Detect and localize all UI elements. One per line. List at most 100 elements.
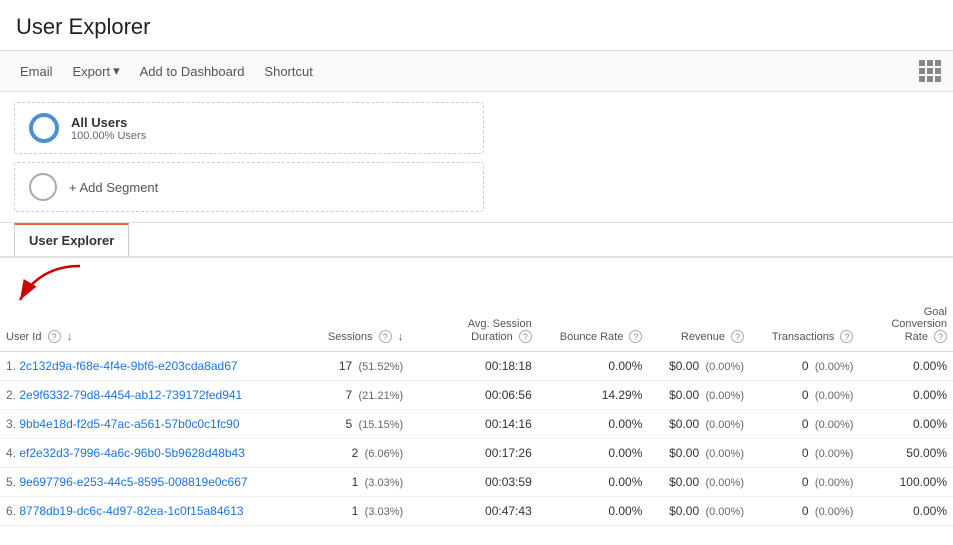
add-segment-box[interactable]: + Add Segment [14, 162, 484, 212]
cell-sessions-3: 2 (6.06%) [304, 439, 409, 468]
transactions-pct-0: (0.00%) [815, 361, 854, 373]
cell-avgsession-4: 00:03:59 [409, 468, 538, 497]
row-number-4: 5. [6, 475, 16, 489]
cell-transactions-4: 0 (0.00%) [750, 468, 859, 497]
cell-avgsession-1: 00:06:56 [409, 381, 538, 410]
row-number-5: 6. [6, 504, 16, 518]
cell-transactions-1: 0 (0.00%) [750, 381, 859, 410]
cell-sessions-1: 7 (21.21%) [304, 381, 409, 410]
chevron-down-icon: ▾ [113, 63, 120, 79]
cell-bounce-4: 0.00% [538, 468, 649, 497]
userid-link-0[interactable]: 2c132d9a-f68e-4f4e-9bf6-e203cda8ad67 [19, 359, 237, 373]
add-segment-button[interactable]: + Add Segment [69, 180, 158, 195]
userid-help-icon[interactable]: ? [48, 330, 61, 343]
cell-transactions-0: 0 (0.00%) [750, 352, 859, 381]
revenue-pct-1: (0.00%) [705, 390, 744, 402]
cell-avgsession-3: 00:17:26 [409, 439, 538, 468]
export-button[interactable]: Export ▾ [65, 59, 128, 83]
segment-sub: 100.00% Users [71, 130, 146, 142]
sessions-sort-icon[interactable]: ↓ [398, 331, 404, 343]
toolbar: Email Export ▾ Add to Dashboard Shortcut [0, 50, 953, 92]
tabs-area: User Explorer [0, 223, 953, 258]
revenue-pct-4: (0.00%) [705, 477, 744, 489]
cell-revenue-1: $0.00 (0.00%) [648, 381, 750, 410]
sessions-pct-4: (3.03%) [365, 477, 404, 489]
goal-help-icon[interactable]: ? [934, 330, 947, 343]
transactions-pct-5: (0.00%) [815, 506, 854, 518]
sessions-pct-0: (51.52%) [359, 361, 404, 373]
cell-transactions-3: 0 (0.00%) [750, 439, 859, 468]
cell-transactions-2: 0 (0.00%) [750, 410, 859, 439]
row-number-1: 2. [6, 388, 16, 402]
cell-userid-3: 4. ef2e32d3-7996-4a6c-96b0-5b9628d48b43 [0, 439, 304, 468]
col-header-goal: GoalConversionRate ? [859, 298, 953, 352]
cell-goal-2: 0.00% [859, 410, 953, 439]
email-button[interactable]: Email [12, 60, 61, 83]
cell-bounce-3: 0.00% [538, 439, 649, 468]
cell-goal-5: 0.00% [859, 497, 953, 526]
revenue-pct-5: (0.00%) [705, 506, 744, 518]
userid-link-4[interactable]: 9e697796-e253-44c5-8595-008819e0c667 [19, 475, 247, 489]
revenue-help-icon[interactable]: ? [731, 330, 744, 343]
avgsession-help-icon[interactable]: ? [519, 330, 532, 343]
cell-bounce-1: 14.29% [538, 381, 649, 410]
all-users-segment: All Users 100.00% Users [14, 102, 484, 154]
col-header-avgsession: Avg. SessionDuration ? [409, 298, 538, 352]
table-row: 2. 2e9f6332-79d8-4454-ab12-739172fed941 … [0, 381, 953, 410]
table-row: 6. 8778db19-dc6c-4d97-82ea-1c0f15a84613 … [0, 497, 953, 526]
cell-transactions-5: 0 (0.00%) [750, 497, 859, 526]
cell-revenue-4: $0.00 (0.00%) [648, 468, 750, 497]
transactions-pct-1: (0.00%) [815, 390, 854, 402]
transactions-pct-2: (0.00%) [815, 419, 854, 431]
col-header-transactions: Transactions ? [750, 298, 859, 352]
cell-sessions-5: 1 (3.03%) [304, 497, 409, 526]
segment-name: All Users [71, 115, 146, 130]
userid-link-3[interactable]: ef2e32d3-7996-4a6c-96b0-5b9628d48b43 [19, 446, 245, 460]
sessions-pct-1: (21.21%) [359, 390, 404, 402]
cell-sessions-2: 5 (15.15%) [304, 410, 409, 439]
cell-bounce-0: 0.00% [538, 352, 649, 381]
transactions-help-icon[interactable]: ? [840, 330, 853, 343]
cell-goal-4: 100.00% [859, 468, 953, 497]
cell-sessions-0: 17 (51.52%) [304, 352, 409, 381]
revenue-pct-3: (0.00%) [705, 448, 744, 460]
cell-avgsession-0: 00:18:18 [409, 352, 538, 381]
col-header-bounce: Bounce Rate ? [538, 298, 649, 352]
row-number-0: 1. [6, 359, 16, 373]
userid-link-2[interactable]: 9bb4e18d-f2d5-47ac-a561-57b0c0c1fc90 [19, 417, 239, 431]
cell-goal-1: 0.00% [859, 381, 953, 410]
sessions-help-icon[interactable]: ? [379, 330, 392, 343]
cell-userid-5: 6. 8778db19-dc6c-4d97-82ea-1c0f15a84613 [0, 497, 304, 526]
row-number-3: 4. [6, 446, 16, 460]
table-row: 5. 9e697796-e253-44c5-8595-008819e0c667 … [0, 468, 953, 497]
table-row: 3. 9bb4e18d-f2d5-47ac-a561-57b0c0c1fc90 … [0, 410, 953, 439]
grid-view-icon[interactable] [919, 60, 941, 82]
col-header-sessions: Sessions ? ↓ [304, 298, 409, 352]
segment-circle-icon [29, 113, 59, 143]
table-row: 1. 2c132d9a-f68e-4f4e-9bf6-e203cda8ad67 … [0, 352, 953, 381]
userid-link-5[interactable]: 8778db19-dc6c-4d97-82ea-1c0f15a84613 [19, 504, 243, 518]
cell-revenue-3: $0.00 (0.00%) [648, 439, 750, 468]
data-table-wrapper: User Id ? ↓ Sessions ? ↓ Avg. SessionDur… [0, 298, 953, 526]
red-arrow-indicator [10, 262, 90, 312]
col-header-revenue: Revenue ? [648, 298, 750, 352]
cell-revenue-5: $0.00 (0.00%) [648, 497, 750, 526]
cell-avgsession-2: 00:14:16 [409, 410, 538, 439]
cell-revenue-0: $0.00 (0.00%) [648, 352, 750, 381]
cell-goal-0: 0.00% [859, 352, 953, 381]
table-row: 4. ef2e32d3-7996-4a6c-96b0-5b9628d48b43 … [0, 439, 953, 468]
cell-goal-3: 50.00% [859, 439, 953, 468]
shortcut-button[interactable]: Shortcut [256, 60, 320, 83]
add-to-dashboard-button[interactable]: Add to Dashboard [132, 60, 253, 83]
segments-area: All Users 100.00% Users + Add Segment [0, 92, 953, 223]
revenue-pct-0: (0.00%) [705, 361, 744, 373]
transactions-pct-4: (0.00%) [815, 477, 854, 489]
userid-link-1[interactable]: 2e9f6332-79d8-4454-ab12-739172fed941 [19, 388, 242, 402]
cell-avgsession-5: 00:47:43 [409, 497, 538, 526]
userid-sort-icon[interactable]: ↓ [67, 331, 73, 343]
add-segment-icon [29, 173, 57, 201]
bounce-help-icon[interactable]: ? [629, 330, 642, 343]
tab-user-explorer[interactable]: User Explorer [14, 223, 129, 256]
transactions-pct-3: (0.00%) [815, 448, 854, 460]
cell-userid-4: 5. 9e697796-e253-44c5-8595-008819e0c667 [0, 468, 304, 497]
